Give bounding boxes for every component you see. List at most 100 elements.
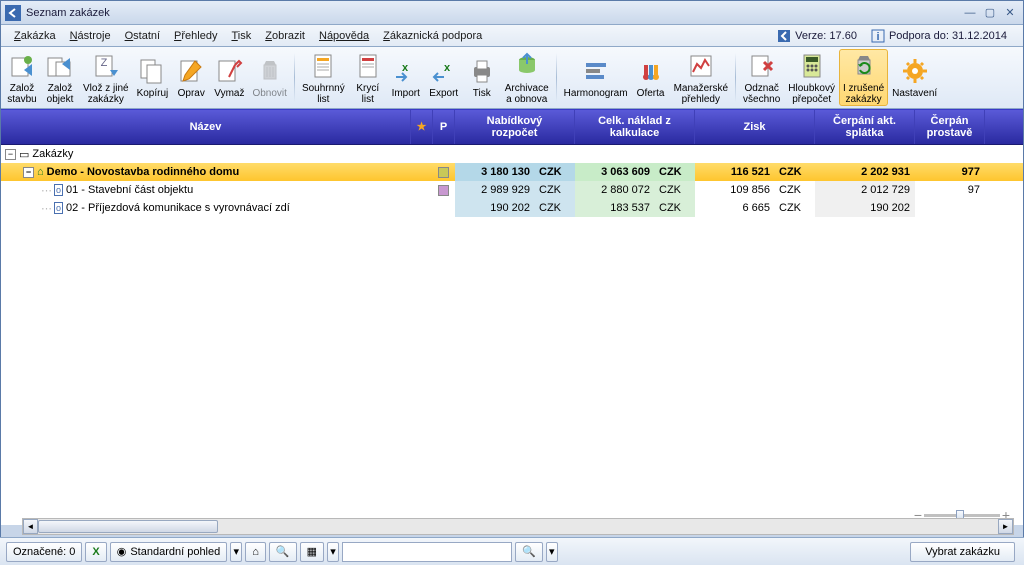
row-name: 01 - Stavební část objektu <box>66 184 193 196</box>
search-button[interactable]: 🔍 <box>269 542 297 562</box>
search-input[interactable] <box>342 542 512 562</box>
toolbar-založ-stavbu[interactable]: Založ stavbu <box>3 49 41 106</box>
table-row[interactable]: ⋯o02 - Příjezdová komunikace s vyrovnáva… <box>1 199 1023 217</box>
toolbar-vymaž[interactable]: Vymaž <box>210 49 248 106</box>
menu-tisk[interactable]: Tisk <box>224 27 258 45</box>
menu-nastroje[interactable]: Nástroje <box>63 27 118 45</box>
marked-count[interactable]: Označené: 0 <box>6 542 82 562</box>
toolbar-manažerské-přehledy[interactable]: Manažerské přehledy <box>670 49 732 106</box>
toolbar-label: Archivace a obnova <box>505 83 549 105</box>
column-header[interactable]: Zisk <box>695 110 815 144</box>
tisk-icon <box>467 56 497 86</box>
toolbar-souhrnný-list[interactable]: Souhrnný list <box>298 49 349 106</box>
toolbar-label: Hloubkový přepočet <box>788 83 835 105</box>
toolbar-label: Nastavení <box>892 88 937 99</box>
search-go-button[interactable]: 🔍 <box>515 542 543 562</box>
toolbar: Založ stavbuZalož objektZVlož z jiné zak… <box>1 47 1023 109</box>
obnovit-icon <box>255 56 285 86</box>
view-dropdown[interactable]: ▾ <box>230 542 242 562</box>
home-button[interactable]: ⌂ <box>245 542 266 562</box>
minimize-button[interactable]: — <box>961 5 979 21</box>
home-icon: ⌂ <box>252 546 259 558</box>
row-name: Demo - Novostavba rodinného domu <box>47 166 240 178</box>
statusbar: Označené: 0 X ◉ Standardní pohled ▾ ⌂ 🔍 … <box>0 537 1024 565</box>
table-row[interactable]: −⌂Demo - Novostavba rodinného domu3 180 … <box>1 163 1023 181</box>
app-icon <box>5 5 21 21</box>
harmonogram-icon <box>581 56 611 86</box>
excel-export-button[interactable]: X <box>85 542 106 562</box>
view-selector[interactable]: ◉ Standardní pohled <box>110 542 228 562</box>
toolbar-založ-objekt[interactable]: Založ objekt <box>41 49 79 106</box>
manažerské-icon <box>686 51 716 81</box>
scroll-left-icon[interactable]: ◄ <box>23 519 38 534</box>
toolbar-harmonogram[interactable]: Harmonogram <box>560 49 632 106</box>
i zrušené-icon <box>849 51 879 81</box>
toolbar-i-zrušené-zakázky[interactable]: I zrušené zakázky <box>839 49 888 106</box>
vlož z jiné-icon: Z <box>91 51 121 81</box>
krycí-icon <box>353 51 383 81</box>
toolbar-archivace-a-obnova[interactable]: Archivace a obnova <box>501 49 553 106</box>
toolbar-import[interactable]: xImport <box>387 49 425 106</box>
menu-podpora[interactable]: Zákaznická podpora <box>376 27 489 45</box>
toolbar-oferta[interactable]: Oferta <box>632 49 670 106</box>
column-header[interactable]: Název <box>1 110 411 144</box>
vymaž-icon <box>214 56 244 86</box>
toolbar-label: Harmonogram <box>564 88 628 99</box>
toolbar-label: Export <box>429 88 458 99</box>
menu-ostatni[interactable]: Ostatní <box>118 27 167 45</box>
toolbar-export[interactable]: x Export <box>425 49 463 106</box>
menu-prehledy[interactable]: Přehledy <box>167 27 224 45</box>
tree-root-row[interactable]: −▭Zakázky <box>1 145 1023 163</box>
menu-napoveda[interactable]: Nápověda <box>312 27 376 45</box>
založ-icon <box>7 51 37 81</box>
grid-options-button[interactable]: ▦ <box>300 542 324 562</box>
toolbar-kopíruj[interactable]: Kopíruj <box>133 49 173 106</box>
object-icon: o <box>54 184 63 196</box>
toolbar-label: Souhrnný list <box>302 83 345 105</box>
toolbar-krycí-list[interactable]: Krycí list <box>349 49 387 106</box>
toolbar-label: Oprav <box>178 88 205 99</box>
export-icon: x <box>429 56 459 86</box>
table-row[interactable]: ⋯o01 - Stavební část objektu2 989 929CZK… <box>1 181 1023 199</box>
toolbar-label: Vymaž <box>214 88 244 99</box>
toolbar-vlož-z-jiné-zakázky[interactable]: ZVlož z jiné zakázky <box>79 49 133 106</box>
maximize-button[interactable]: ▢ <box>981 5 999 21</box>
column-header[interactable]: Čerpán prostavě <box>915 110 985 144</box>
grid-options-dropdown[interactable]: ▾ <box>327 542 339 562</box>
scroll-thumb[interactable] <box>38 520 218 533</box>
collapse-icon[interactable]: − <box>23 167 34 178</box>
column-header[interactable]: P <box>433 110 455 144</box>
info-icon[interactable]: i <box>871 29 885 43</box>
column-header[interactable]: Celk. náklad z kalkulace <box>575 110 695 144</box>
toolbar-hloubkový-přepočet[interactable]: Hloubkový přepočet <box>784 49 839 106</box>
back-icon[interactable] <box>777 29 791 43</box>
tree-root-label: Zakázky <box>32 148 73 160</box>
toolbar-obnovit[interactable]: Obnovit <box>248 49 290 106</box>
column-header[interactable]: Nabídkový rozpočet <box>455 110 575 144</box>
select-order-button[interactable]: Vybrat zakázku <box>910 542 1015 562</box>
založ-icon <box>45 51 75 81</box>
grid-icon: ▦ <box>307 545 317 558</box>
toolbar-odznač-všechno[interactable]: Odznač všechno <box>739 49 784 106</box>
collapse-icon[interactable]: − <box>5 149 16 160</box>
toolbar-label: Manažerské přehledy <box>674 83 728 105</box>
column-header[interactable]: ★ <box>411 110 433 144</box>
souhrnný-icon <box>308 51 338 81</box>
toolbar-oprav[interactable]: Oprav <box>172 49 210 106</box>
menu-zakazka[interactable]: Zakázka <box>7 27 63 45</box>
horizontal-scrollbar[interactable]: ◄ ► <box>22 518 1014 535</box>
archivace-icon <box>512 51 542 81</box>
toolbar-tisk[interactable]: Tisk <box>463 49 501 106</box>
support-label: Podpora do: 31.12.2014 <box>889 30 1007 42</box>
menu-zobrazit[interactable]: Zobrazit <box>258 27 312 45</box>
odznač-icon <box>747 51 777 81</box>
oprav-icon <box>176 56 206 86</box>
toolbar-label: I zrušené zakázky <box>843 83 884 105</box>
scroll-right-icon[interactable]: ► <box>998 519 1013 534</box>
toolbar-label: Odznač všechno <box>743 83 780 105</box>
column-header[interactable]: Čerpání akt. splátka <box>815 110 915 144</box>
oferta-icon <box>636 56 666 86</box>
search-dropdown[interactable]: ▾ <box>546 542 558 562</box>
close-button[interactable]: ✕ <box>1001 5 1019 21</box>
toolbar-nastavení[interactable]: Nastavení <box>888 49 941 106</box>
